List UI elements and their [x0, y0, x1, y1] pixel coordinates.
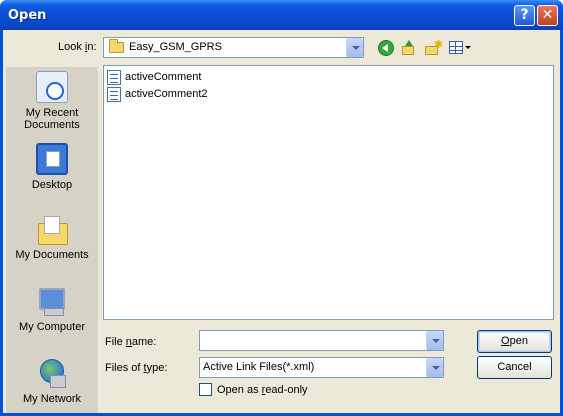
dialog-client-area: Look in: Easy_GSM_GPRS ✱ My Recent Docum…	[3, 30, 560, 413]
files-of-type-label: Files of type:	[105, 362, 168, 374]
place-label: My Documents	[15, 249, 89, 261]
back-icon[interactable]	[378, 40, 394, 56]
place-label: Desktop	[31, 179, 73, 191]
open-dialog: Open ? ✕ Look in: Easy_GSM_GPRS ✱ My Rec…	[0, 0, 563, 416]
place-my-recent-documents[interactable]: My Recent Documents	[6, 71, 98, 131]
folder-icon	[109, 39, 124, 53]
look-in-value: Easy_GSM_GPRS	[129, 41, 222, 53]
my-documents-icon	[36, 213, 68, 245]
open-button[interactable]: Open	[477, 330, 552, 353]
up-folder-icon[interactable]	[401, 40, 417, 56]
file-name-combobox[interactable]	[199, 330, 444, 351]
close-button[interactable]: ✕	[537, 5, 558, 26]
views-menu-icon[interactable]	[449, 40, 471, 56]
look-in-combobox[interactable]: Easy_GSM_GPRS	[103, 37, 364, 58]
file-name-label: File name:	[105, 336, 157, 348]
help-button[interactable]: ?	[514, 5, 535, 26]
my-network-icon	[36, 357, 68, 389]
look-in-dropdown-button[interactable]	[346, 38, 363, 57]
files-of-type-select[interactable]: Active Link Files(*.xml)	[199, 357, 444, 378]
place-label: My Network	[22, 393, 82, 405]
file-name-dropdown-button[interactable]	[426, 331, 443, 350]
dialog-title: Open	[8, 8, 47, 23]
read-only-label[interactable]: Open as read-only	[217, 384, 308, 396]
recent-documents-icon	[36, 71, 68, 103]
file-name: activeComment2	[125, 88, 208, 100]
look-in-label: Look in:	[58, 41, 97, 53]
xml-file-icon	[107, 87, 121, 102]
file-name: activeComment	[125, 71, 202, 83]
files-of-type-value: Active Link Files(*.xml)	[203, 361, 315, 373]
place-my-computer[interactable]: My Computer	[6, 285, 98, 333]
file-name-input[interactable]	[202, 332, 423, 349]
new-folder-icon[interactable]: ✱	[425, 38, 443, 56]
place-label: My Computer	[18, 321, 86, 333]
places-bar: My Recent Documents Desktop My Documents…	[6, 67, 98, 413]
my-computer-icon	[36, 285, 68, 317]
title-bar[interactable]: Open ? ✕	[0, 0, 563, 30]
place-my-documents[interactable]: My Documents	[6, 213, 98, 261]
place-desktop[interactable]: Desktop	[6, 143, 98, 191]
place-label: Documents	[24, 119, 80, 131]
cancel-button[interactable]: Cancel	[477, 356, 552, 379]
desktop-icon	[36, 143, 68, 175]
read-only-checkbox[interactable]	[199, 383, 212, 396]
place-my-network[interactable]: My Network	[6, 357, 98, 405]
files-of-type-dropdown-button[interactable]	[426, 358, 443, 377]
place-label: My Recent	[25, 107, 79, 119]
file-list[interactable]: activeComment activeComment2	[103, 65, 554, 320]
xml-file-icon	[107, 70, 121, 85]
